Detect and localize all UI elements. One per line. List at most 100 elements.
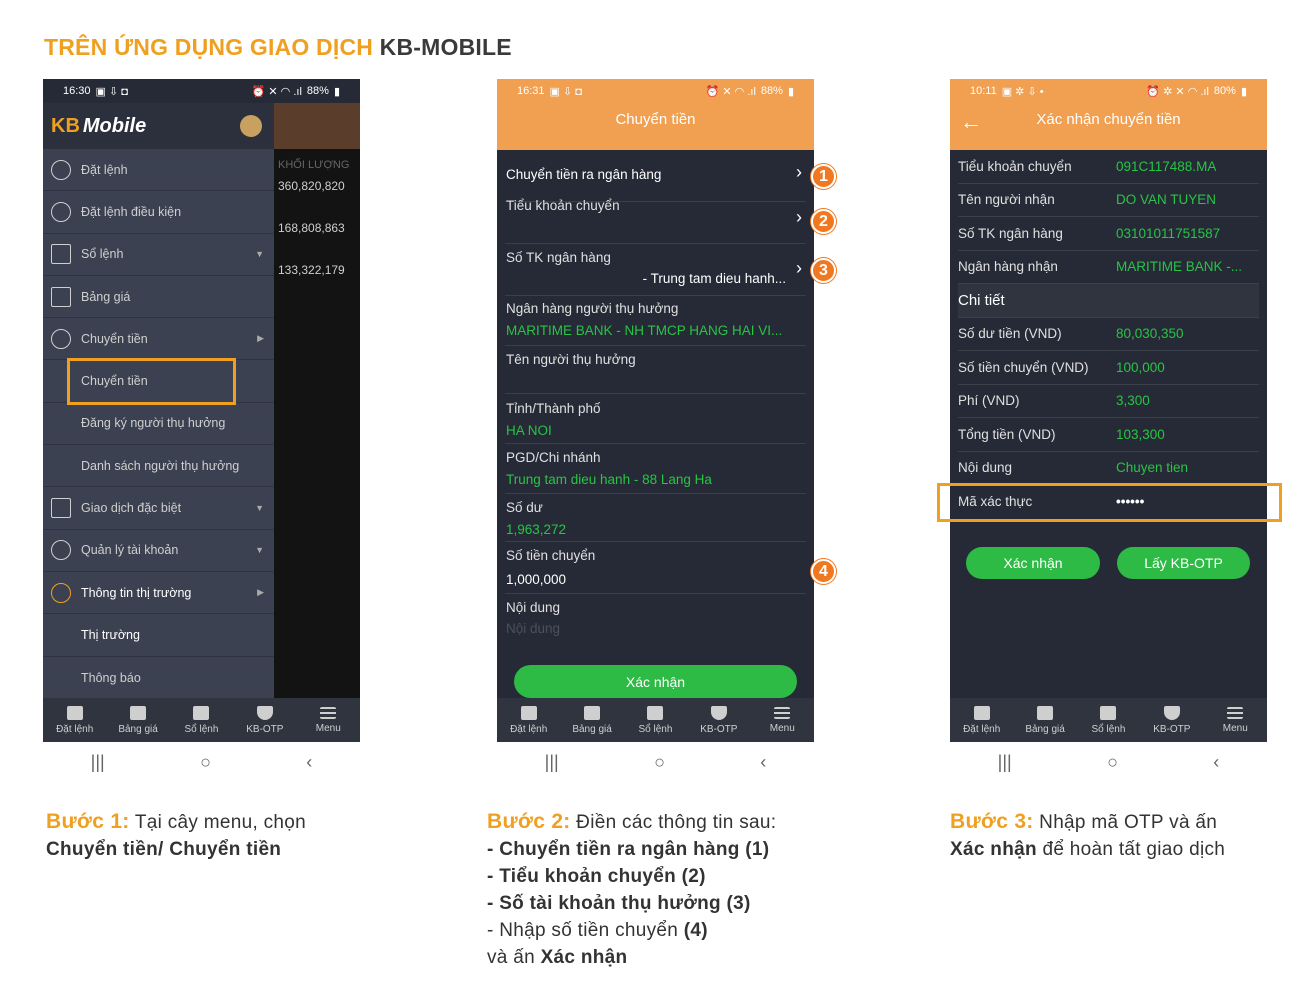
field-amount[interactable]: Số tiền chuyển 1,000,000 <box>505 542 806 594</box>
field-sub-account[interactable]: Tiểu khoản chuyển › <box>505 198 806 244</box>
back-icon[interactable]: ‹ <box>306 752 312 773</box>
recent-apps-icon[interactable]: ||| <box>545 752 559 773</box>
confirm-button[interactable]: Xác nhận <box>514 665 797 698</box>
chevron-right-icon: › <box>796 207 802 227</box>
file-icon <box>130 705 147 720</box>
signal-icons: ⏰ ✲ ✕ ◠ .ıl <box>1146 85 1209 98</box>
home-icon[interactable]: ○ <box>1107 752 1118 773</box>
tab-so-lenh[interactable]: Sổ lệnh <box>1078 705 1138 735</box>
detail-section-header: Chi tiết <box>958 284 1259 318</box>
logout-icon[interactable] <box>240 115 262 137</box>
android-nav-bar: ||| ○ ‹ <box>43 742 360 782</box>
bottom-tab-bar: Đặt lệnh Bảng giá Sổ lệnh KB-OTP Menu <box>43 698 360 742</box>
shield-icon <box>710 705 727 720</box>
submenu-item-dang-ky-thu-huong[interactable]: Đăng ký người thụ hưởng <box>43 403 274 446</box>
menu-item-chuyen-tien[interactable]: Chuyển tiền ▶ <box>43 318 274 361</box>
logo-name: Mobile <box>82 114 147 137</box>
info-row: Tiểu khoản chuyển 091C117488.MA <box>958 150 1259 184</box>
step-3-caption: Bước 3: Nhập mã OTP và ấn Xác nhận để ho… <box>950 810 1226 860</box>
menu-item-dat-lenh[interactable]: Đặt lệnh <box>43 149 274 192</box>
android-nav-bar: ||| ○ ‹ <box>497 742 814 782</box>
detail-row: Nội dung Chuyen tien <box>958 452 1259 485</box>
field-bank-account[interactable]: Số TK ngân hàng - Trung tam dieu hanh...… <box>505 244 806 296</box>
battery-icon: ▮ <box>333 85 340 98</box>
tab-kb-otp[interactable]: KB-OTP <box>235 705 295 735</box>
back-icon[interactable]: ‹ <box>760 752 766 773</box>
home-icon[interactable]: ○ <box>654 752 665 773</box>
step-badge-2: 2 <box>811 209 836 234</box>
highlight-box-chuyen-tien <box>67 358 236 405</box>
tab-menu[interactable]: Menu <box>298 706 358 734</box>
detail-row: Phí (VND) 3,300 <box>958 385 1259 418</box>
notification-icons: ▣ ⇩ ◘ <box>549 85 582 98</box>
field-city: Tỉnh/Thành phố HA NOI <box>505 394 806 444</box>
status-time: 16:30 <box>63 85 91 97</box>
phone-menu-screen: 16:30 ▣ ⇩ ◘ ⏰ ✕ ◠ .ıl 88% ▮ KHỐI LƯỢNG 360,… <box>43 79 360 782</box>
android-nav-bar: ||| ○ ‹ <box>950 742 1267 782</box>
tab-dat-lenh[interactable]: Đặt lệnh <box>952 705 1012 735</box>
confirm-button[interactable]: Xác nhận <box>966 547 1100 579</box>
printer-icon <box>51 498 71 519</box>
tab-dat-lenh[interactable]: Đặt lệnh <box>45 705 105 735</box>
order-icon <box>66 705 83 720</box>
status-bar: 16:30 ▣ ⇩ ◘ ⏰ ✕ ◠ .ıl 88% ▮ <box>43 79 360 103</box>
tab-menu[interactable]: Menu <box>752 706 812 734</box>
menu-item-quan-ly-tai-khoan[interactable]: Quản lý tài khoản ▼ <box>43 530 274 572</box>
tab-so-lenh[interactable]: Sổ lệnh <box>171 705 231 735</box>
field-balance: Số dư 1,963,272 <box>505 494 806 542</box>
menu-item-dat-lenh-dieu-kien[interactable]: Đặt lệnh điều kiện <box>43 191 274 234</box>
clipboard-icon <box>647 705 664 720</box>
user-icon <box>51 540 71 561</box>
get-otp-button[interactable]: Lấy KB-OTP <box>1117 547 1250 579</box>
submenu-item-danh-sach-thu-huong[interactable]: Danh sách người thụ hưởng <box>43 445 274 488</box>
tab-menu[interactable]: Menu <box>1205 706 1265 734</box>
volume-value: 360,820,820 <box>278 179 345 193</box>
file-icon <box>1037 705 1054 720</box>
back-icon[interactable]: ‹ <box>1213 752 1219 773</box>
step-2-caption: Bước 2: Điền các thông tin sau: - Chuyển… <box>487 810 777 968</box>
caret-down-icon: ▼ <box>255 503 264 514</box>
tab-kb-otp[interactable]: KB-OTP <box>1142 705 1202 735</box>
menu-item-giao-dich-dac-biet[interactable]: Giao dịch đặc biệt ▼ <box>43 487 274 530</box>
shield-icon <box>1163 705 1180 720</box>
tab-dat-lenh[interactable]: Đặt lệnh <box>499 705 559 735</box>
logo-kb: KB <box>51 114 80 137</box>
caret-down-icon: ▼ <box>255 545 264 556</box>
bottom-tab-bar: Đặt lệnh Bảng giá Sổ lệnh KB-OTP Menu <box>950 698 1267 742</box>
submenu-item-thong-bao[interactable]: Thông báo <box>43 657 274 699</box>
info-row: Số TK ngân hàng 03101011751587 <box>958 217 1259 251</box>
highlight-box-otp <box>937 483 1282 522</box>
battery-icon: ▮ <box>787 85 794 98</box>
caret-down-icon: ▼ <box>255 249 264 260</box>
tab-bang-gia[interactable]: Bảng giá <box>1015 705 1075 735</box>
notification-icons: ▣ ⇩ ◘ <box>95 85 128 98</box>
file-icon <box>584 705 601 720</box>
back-arrow-icon[interactable]: ← <box>960 109 982 135</box>
table-icon <box>51 286 71 307</box>
notification-icons: ▣ ✲ ⇩ • <box>1001 85 1044 98</box>
tab-bang-gia[interactable]: Bảng giá <box>562 705 622 735</box>
menu-item-so-lenh[interactable]: Sổ lệnh ▼ <box>43 234 274 276</box>
caret-right-icon: ▶ <box>257 587 264 598</box>
tab-bang-gia[interactable]: Bảng giá <box>108 705 168 735</box>
info-row: Ngân hàng nhận MARITIME BANK -... <box>958 251 1259 284</box>
field-beneficiary-name[interactable]: Tên người thụ hưởng <box>505 346 806 394</box>
chevron-right-icon: › <box>796 162 802 182</box>
submenu-item-thi-truong[interactable]: Thị trường <box>43 614 274 657</box>
info-row: Tên người nhận DO VAN TUYEN <box>958 184 1259 217</box>
menu-item-thong-tin-thi-truong[interactable]: Thông tin thị trường ▶ <box>43 572 274 615</box>
status-bar: 10:11 ▣ ✲ ⇩ • ⏰ ✲ ✕ ◠ .ıl 80% ▮ <box>950 79 1267 103</box>
menu-item-bang-gia[interactable]: Bảng giá <box>43 276 274 319</box>
hamburger-icon <box>774 706 791 719</box>
field-transfer-type[interactable]: Chuyển tiền ra ngân hàng › <box>505 150 806 202</box>
field-content[interactable]: Nội dung Nội dung <box>505 594 806 642</box>
home-icon[interactable]: ○ <box>200 752 211 773</box>
recent-apps-icon[interactable]: ||| <box>998 752 1012 773</box>
clipboard-icon <box>193 705 210 720</box>
field-branch: PGD/Chi nhánh Trung tam dieu hanh - 88 L… <box>505 444 806 494</box>
tab-kb-otp[interactable]: KB-OTP <box>689 705 749 735</box>
chat-icon <box>51 201 71 222</box>
tab-so-lenh[interactable]: Sổ lệnh <box>625 705 685 735</box>
recent-apps-icon[interactable]: ||| <box>91 752 105 773</box>
detail-row: Số dư tiền (VND) 80,030,350 <box>958 318 1259 351</box>
